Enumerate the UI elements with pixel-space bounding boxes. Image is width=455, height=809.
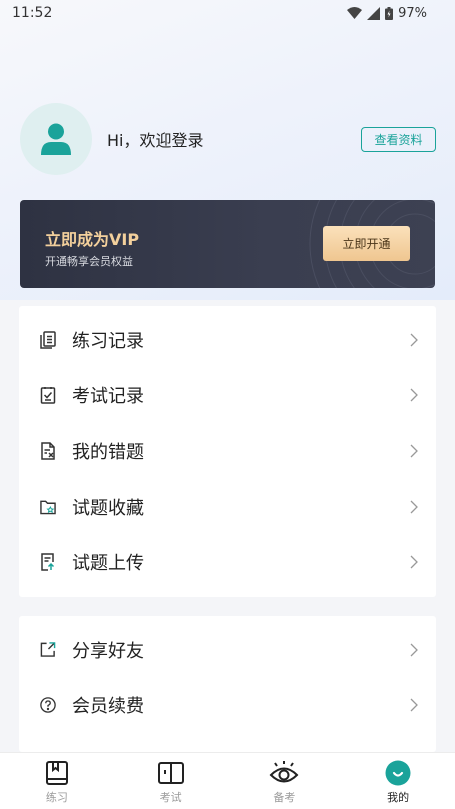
- book-icon: [45, 761, 68, 785]
- share-icon: [40, 641, 56, 659]
- menu-label: 试题收藏: [72, 497, 144, 519]
- tab-label: 我的: [387, 791, 410, 804]
- menu-label: 会员续费: [72, 696, 144, 718]
- wifi-icon: [347, 7, 363, 19]
- chevron-right-icon: [410, 500, 418, 514]
- checklist-icon: [40, 386, 56, 405]
- menu-item-exam-records[interactable]: 考试记录: [19, 368, 436, 424]
- battery-icon: [385, 6, 394, 20]
- menu-label: 试题上传: [72, 553, 144, 575]
- menu-item-share-friends[interactable]: 分享好友: [19, 622, 436, 678]
- open-book-icon: [157, 762, 184, 784]
- menu-label: 我的错题: [72, 441, 144, 463]
- menu-label: 考试记录: [72, 386, 144, 408]
- tab-prepare[interactable]: 备考: [228, 753, 342, 809]
- user-icon: [41, 123, 71, 155]
- tab-mine[interactable]: 我的: [341, 753, 455, 809]
- bottom-tab-bar: 练习 考试 备考 我的: [0, 752, 455, 809]
- menu-label: 分享好友: [72, 640, 144, 662]
- menu-item-membership-renewal[interactable]: 会员续费: [19, 678, 436, 734]
- help-circle-icon: [40, 696, 56, 714]
- chevron-right-icon: [410, 643, 418, 657]
- vip-title: 立即成为VIP: [45, 230, 140, 249]
- activate-vip-button[interactable]: 立即开通: [323, 226, 410, 261]
- menu-item-practice-records[interactable]: 练习记录: [19, 312, 436, 368]
- view-profile-button[interactable]: 查看资料: [361, 126, 436, 152]
- chevron-right-icon: [410, 388, 418, 402]
- chevron-right-icon: [410, 444, 418, 458]
- wrong-answer-icon: [40, 442, 56, 460]
- eye-icon: [269, 761, 299, 783]
- status-bar: 11:52 97%: [0, 0, 455, 26]
- tab-practice[interactable]: 练习: [0, 753, 114, 809]
- menu-item-upload-questions[interactable]: 试题上传: [19, 534, 436, 590]
- tab-label: 练习: [45, 791, 68, 804]
- vip-subtitle: 开通畅享会员权益: [45, 255, 133, 268]
- tab-exam[interactable]: 考试: [114, 753, 228, 809]
- folder-star-icon: [40, 498, 56, 516]
- chevron-right-icon: [410, 698, 418, 712]
- menu-item-wrong-answers[interactable]: 我的错题: [19, 423, 436, 479]
- menu-label: 练习记录: [72, 330, 144, 352]
- login-greeting[interactable]: Hi，欢迎登录: [107, 127, 361, 151]
- profile-section: Hi，欢迎登录 查看资料: [20, 103, 436, 175]
- avatar[interactable]: [20, 103, 92, 175]
- upload-document-icon: [40, 553, 56, 571]
- status-time: 11:52: [12, 5, 53, 21]
- chevron-right-icon: [410, 333, 418, 347]
- tab-label: 考试: [159, 791, 182, 804]
- menu-card-primary: 练习记录 考试记录 我的错题 试题收藏 试题上传: [19, 306, 436, 597]
- notes-icon: [40, 331, 56, 349]
- tab-label: 备考: [273, 791, 296, 804]
- battery-level: 97%: [398, 5, 427, 21]
- menu-card-secondary: 分享好友 会员续费: [19, 616, 436, 752]
- smile-icon: [385, 760, 411, 786]
- menu-item-favorites[interactable]: 试题收藏: [19, 479, 436, 535]
- vip-banner[interactable]: 立即成为VIP 开通畅享会员权益 立即开通: [20, 200, 435, 288]
- chevron-right-icon: [410, 555, 418, 569]
- signal-icon: [367, 6, 381, 20]
